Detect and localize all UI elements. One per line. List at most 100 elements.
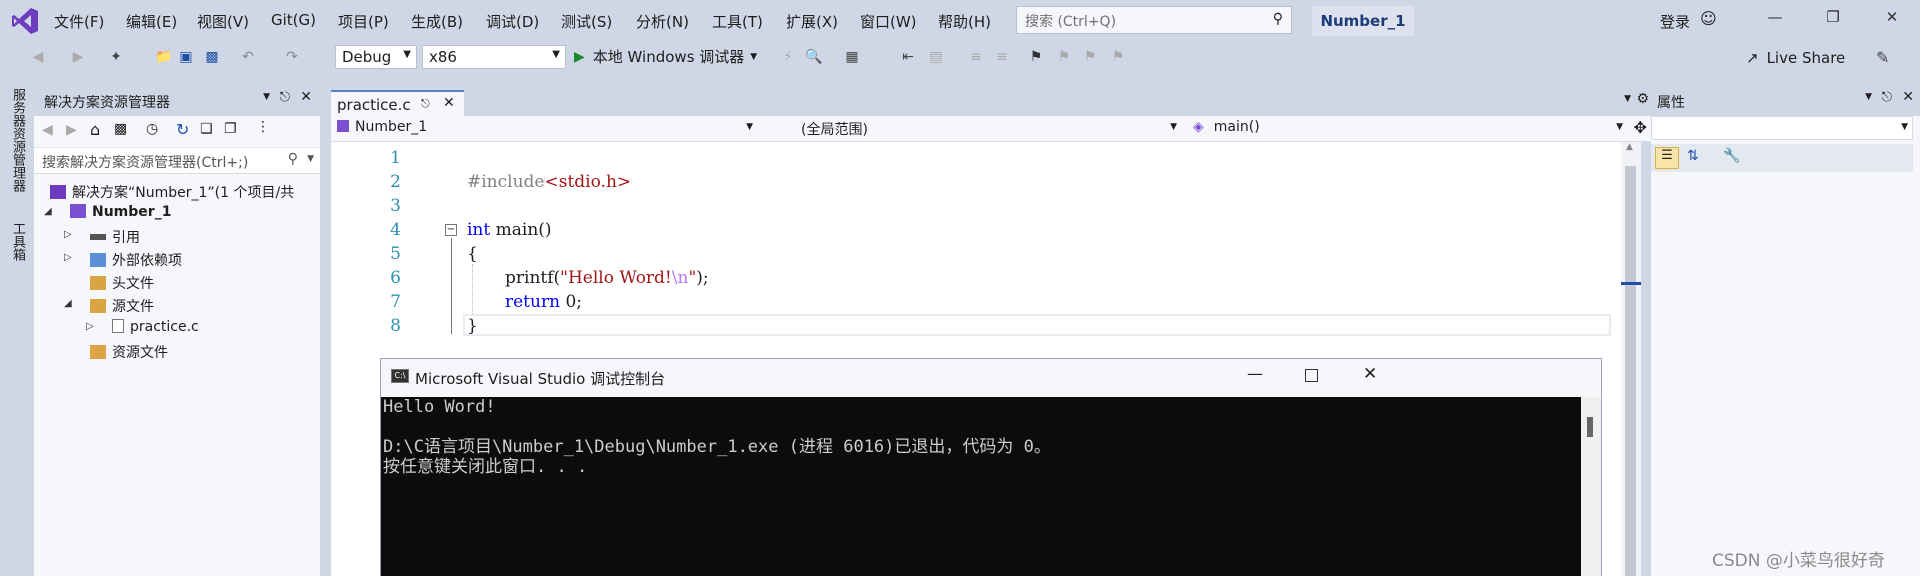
collapsed-arrow-icon[interactable]: ▷ — [86, 321, 94, 332]
scroll-up-icon[interactable]: ▲ — [1626, 142, 1633, 152]
tree-header-files[interactable]: 头文件 — [90, 273, 154, 293]
editor-vertical-scrollbar[interactable]: ▲ — [1621, 142, 1641, 576]
add-user-icon[interactable]: ☺ — [1700, 9, 1717, 28]
tab-practice-c[interactable]: practice.c ⎋ ✕ — [331, 90, 464, 116]
sign-in-link[interactable]: 登录 — [1660, 11, 1690, 32]
minimize-icon[interactable]: — — [1760, 8, 1790, 34]
server-explorer-tab[interactable]: 服务器资源管理器 — [6, 88, 28, 212]
bookmark-icon[interactable]: ⚑ — [1026, 47, 1046, 67]
menu-test[interactable]: 测试(S) — [561, 11, 612, 32]
close-icon[interactable]: ✕ — [300, 89, 312, 105]
console-scrollbar[interactable] — [1581, 397, 1601, 576]
menu-build[interactable]: 生成(B) — [411, 11, 463, 32]
sync-icon[interactable]: ↻ — [176, 120, 189, 139]
menu-file[interactable]: 文件(F) — [54, 11, 104, 32]
member-dropdown[interactable]: ◈ main() ▼ — [1193, 119, 1627, 139]
menu-help[interactable]: 帮助(H) — [938, 11, 991, 32]
console-output[interactable]: Hello Word! D:\C语言项目\Number_1\Debug\Numb… — [381, 397, 1581, 576]
alphabetical-icon[interactable]: ⇅ — [1687, 148, 1699, 164]
menu-tools[interactable]: 工具(T) — [712, 11, 763, 32]
pin-icon[interactable]: ⎋ — [421, 97, 430, 111]
back-icon[interactable]: ◀ — [42, 122, 53, 138]
undo-icon[interactable]: ↶ — [238, 47, 258, 67]
property-pages-icon[interactable]: 🔧 — [1723, 148, 1740, 164]
toolbox-tab[interactable]: 工具箱 — [6, 222, 28, 282]
switch-views-icon[interactable]: ▩ — [114, 121, 127, 137]
scope-dropdown[interactable]: (全局范围) ▼ — [761, 119, 1181, 139]
tree-references[interactable]: 引用 — [90, 227, 140, 247]
close-icon[interactable]: ✕ — [1363, 364, 1377, 384]
scroll-thumb[interactable] — [1587, 417, 1593, 437]
open-file-icon[interactable]: 📁 — [154, 47, 174, 67]
find-in-files-icon[interactable]: 🔍 — [804, 47, 824, 67]
close-icon[interactable]: ✕ — [443, 95, 455, 111]
object-selector[interactable]: ▼ — [1651, 116, 1913, 140]
restore-icon[interactable]: ❐ — [1818, 8, 1848, 34]
start-debugging-button[interactable]: ▶ 本地 Windows 调试器 ▼ — [574, 46, 757, 67]
search-input[interactable]: 搜索 (Ctrl+Q) ⚲ — [1016, 6, 1292, 34]
expanded-arrow-icon[interactable]: ◢ — [44, 206, 52, 217]
menu-project[interactable]: 项目(P) — [338, 11, 389, 32]
menu-window[interactable]: 窗口(W) — [860, 11, 917, 32]
menu-edit[interactable]: 编辑(E) — [126, 11, 177, 32]
split-window-icon[interactable]: ✥ — [1634, 118, 1647, 137]
collapsed-arrow-icon[interactable]: ▷ — [64, 252, 72, 263]
live-share-button[interactable]: ↗ Live Share — [1746, 49, 1845, 67]
menu-debug[interactable]: 调试(D) — [486, 11, 539, 32]
home-icon[interactable]: ⌂ — [90, 120, 100, 139]
tree-resource-files[interactable]: 资源文件 — [90, 342, 168, 362]
comment-icon[interactable]: ≡ — [966, 47, 986, 67]
prev-bookmark-icon[interactable]: ⚑ — [1054, 47, 1074, 67]
pin-icon[interactable]: ⎋ — [1882, 90, 1892, 105]
expanded-arrow-icon[interactable]: ◢ — [64, 298, 72, 309]
tree-external-dependencies[interactable]: 外部依赖项 — [90, 250, 182, 270]
browser-link-icon[interactable]: ▦ — [842, 47, 862, 67]
menu-git[interactable]: Git(G) — [271, 11, 316, 29]
menu-extensions[interactable]: 扩展(X) — [786, 11, 838, 32]
tree-project[interactable]: Number_1 — [70, 204, 171, 220]
collapsed-arrow-icon[interactable]: ▷ — [64, 229, 72, 240]
visual-studio-logo-icon[interactable] — [10, 6, 40, 36]
navigate-back-icon[interactable]: ◀ — [28, 47, 48, 67]
close-icon[interactable]: ✕ — [1877, 8, 1907, 34]
hot-reload-icon[interactable]: ⚡ — [778, 47, 798, 67]
panel-title: 解决方案资源管理器 — [44, 95, 170, 111]
pin-icon[interactable]: ⎋ — [280, 90, 290, 105]
pending-changes-icon[interactable]: ◷ — [146, 121, 158, 137]
solution-configuration-select[interactable]: Debug ▼ — [335, 45, 417, 69]
maximize-icon[interactable] — [1305, 369, 1318, 382]
redo-icon[interactable]: ↷ — [282, 47, 302, 67]
clear-bookmarks-icon[interactable]: ⚑ — [1108, 47, 1128, 67]
feedback-icon[interactable]: ✎ — [1876, 48, 1889, 67]
scroll-thumb[interactable] — [1625, 166, 1636, 576]
chevron-down-icon[interactable]: ▼ — [1624, 94, 1631, 104]
solution-search-input[interactable]: 搜索解决方案资源管理器(Ctrl+;) ⚲ ▼ — [34, 148, 320, 174]
chevron-down-icon[interactable]: ▼ — [1865, 92, 1872, 102]
layout-icon[interactable]: ▤ — [926, 47, 946, 67]
new-project-icon[interactable]: ✦ — [106, 47, 126, 67]
tree-solution[interactable]: 解决方案“Number_1”(1 个项目/共 — [50, 182, 294, 202]
project-dropdown[interactable]: Number_1 ▼ — [337, 119, 757, 139]
save-all-icon[interactable]: ▩ — [202, 47, 222, 67]
chevron-down-icon[interactable]: ▼ — [263, 92, 270, 102]
close-icon[interactable]: ✕ — [1902, 89, 1914, 105]
minimize-icon[interactable]: — — [1247, 364, 1263, 383]
navigate-forward-icon[interactable]: ▶ — [68, 47, 88, 67]
forward-icon[interactable]: ▶ — [66, 122, 77, 138]
menu-analyze[interactable]: 分析(N) — [636, 11, 689, 32]
tree-source-files[interactable]: 源文件 — [90, 296, 154, 316]
collapse-all-icon[interactable]: ❏ — [200, 121, 213, 137]
collapse-region-icon[interactable]: − — [445, 224, 457, 236]
more-icon[interactable]: ⋮ — [256, 119, 270, 135]
solution-platform-select[interactable]: x86 ▼ — [422, 45, 566, 69]
next-bookmark-icon[interactable]: ⚑ — [1080, 47, 1100, 67]
gear-icon[interactable]: ⚙ — [1636, 91, 1649, 107]
step-icon[interactable]: ⇤ — [898, 47, 918, 67]
menu-view[interactable]: 视图(V) — [197, 11, 249, 32]
tree-file-practice[interactable]: practice.c — [112, 319, 199, 335]
uncomment-icon[interactable]: ≡ — [992, 47, 1012, 67]
categorized-icon[interactable]: ☰ — [1655, 147, 1679, 169]
show-all-files-icon[interactable]: ❐ — [224, 121, 237, 137]
save-icon[interactable]: ▣ — [176, 47, 196, 67]
chevron-down-icon[interactable]: ▼ — [307, 154, 314, 164]
